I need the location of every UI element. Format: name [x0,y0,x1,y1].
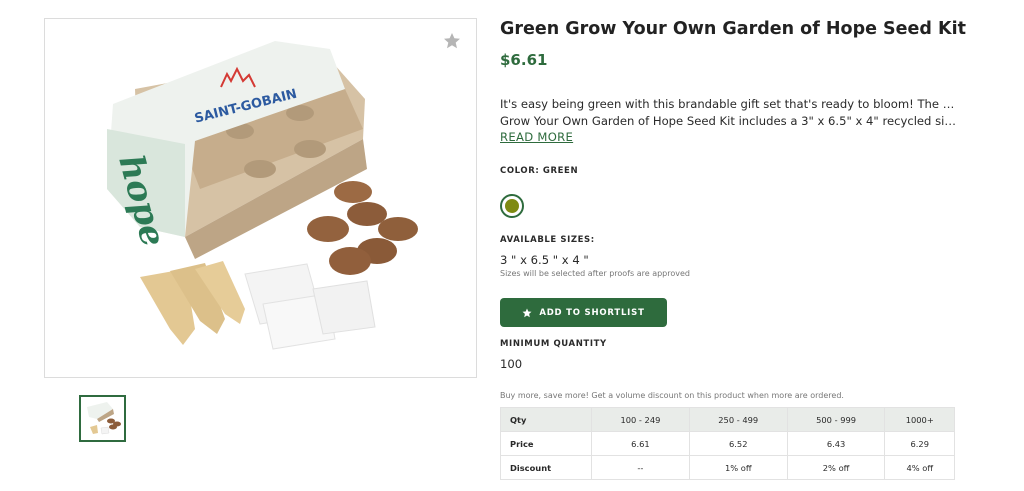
table-cell: 4% off [884,455,955,480]
swatch-fill [505,199,519,213]
available-sizes-label: AVAILABLE SIZES: [500,235,595,245]
table-cell: 500 - 999 [786,407,886,432]
size-value: 3 " x 6.5 " x 4 " [500,253,589,267]
description-line: It's easy being green with this brandabl… [500,97,960,111]
table-header-row: Qty 100 - 249 250 - 499 500 - 999 1000+ [500,407,955,432]
product-title: Green Grow Your Own Garden of Hope Seed … [500,19,966,39]
table-cell: 6.61 [591,431,690,456]
thumbnail-image [87,402,121,435]
volume-discount-note: Buy more, save more! Get a volume discou… [500,391,844,400]
table-cell: 1000+ [884,407,955,432]
product-description: It's easy being green with this brandabl… [500,96,960,130]
size-note: Sizes will be selected after proofs are … [500,269,690,278]
main-product-image[interactable]: hope SAINT-GOBAIN [44,18,477,378]
star-icon [522,308,532,317]
read-more-link[interactable]: READ MORE [500,130,573,144]
table-row: Price 6.61 6.52 6.43 6.29 [500,431,955,456]
add-to-shortlist-button[interactable]: ADD TO SHORTLIST [500,298,667,327]
table-cell: 6.43 [786,431,886,456]
minimum-quantity-value: 100 [500,357,523,371]
table-row: Discount -- 1% off 2% off 4% off [500,455,955,480]
table-cell: 100 - 249 [591,407,690,432]
table-cell: 250 - 499 [688,407,788,432]
minimum-quantity-label: MINIMUM QUANTITY [500,339,607,349]
table-cell: Discount [500,455,592,480]
product-thumbnail[interactable] [79,395,126,442]
shortlist-button-label: ADD TO SHORTLIST [539,307,645,318]
description-line: Grow Your Own Garden of Hope Seed Kit in… [500,114,960,128]
table-cell: 6.29 [884,431,955,456]
seed-kit-photo: hope SAINT-GOBAIN [107,41,418,350]
table-cell: 6.52 [688,431,788,456]
pricing-table: Qty 100 - 249 250 - 499 500 - 999 1000+ … [500,407,955,480]
table-cell: -- [591,455,690,480]
table-cell: Price [500,431,592,456]
table-cell: 2% off [786,455,886,480]
table-cell: Qty [500,407,592,432]
color-swatch-green[interactable] [500,194,524,218]
table-cell: 1% off [688,455,788,480]
favorite-star-icon[interactable] [442,31,462,51]
product-price: $6.61 [500,51,548,69]
color-label: COLOR: GREEN [500,166,579,176]
